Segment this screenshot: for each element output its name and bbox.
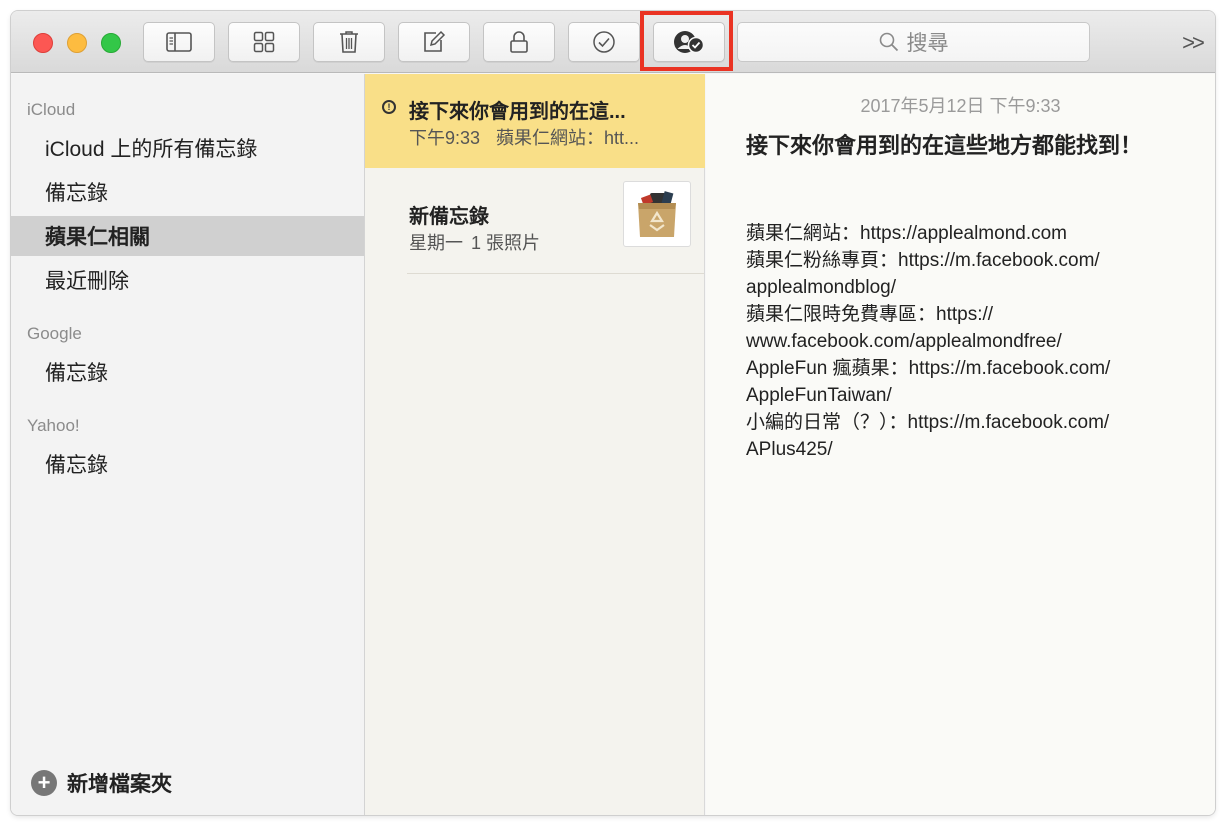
new-folder-button[interactable]: + 新增檔案夾 (31, 765, 172, 801)
delete-note-button[interactable] (313, 22, 385, 62)
sidebar-item-label: 蘋果仁相關 (45, 226, 150, 249)
list-divider (407, 273, 704, 274)
add-people-button[interactable] (653, 22, 725, 62)
checklist-button[interactable] (568, 22, 640, 62)
account-header-icloud: iCloud (27, 100, 76, 119)
note-line: applealmondblog/ (746, 277, 897, 298)
sidebar-item-icloud-notes[interactable]: 備忘錄 (11, 172, 364, 212)
note-line: APlus425/ (746, 439, 833, 460)
zoom-window-button[interactable] (101, 33, 121, 53)
note-line: AppleFun 瘋蘋果：https://m.facebook.com/ (746, 358, 1111, 379)
new-note-button[interactable] (398, 22, 470, 62)
note-time: 星期一 (409, 233, 463, 253)
sidebar-icon (166, 32, 192, 52)
add-people-icon (674, 31, 705, 54)
note-preview: 1 張照片 (471, 233, 541, 253)
note-subtitle: 下午9:33 蘋果仁網站：htt... (409, 124, 689, 150)
new-folder-label: 新增檔案夾 (67, 773, 172, 796)
list-item[interactable]: 新備忘錄 星期一 1 張照片 (365, 168, 705, 274)
note-line: 蘋果仁限時免費專區：https:// (746, 304, 994, 325)
notes-window: 搜尋 >> iCloud iCloud 上的所有備忘錄 備忘錄 蘋果仁相關 最近… (11, 11, 1215, 815)
pin-icon: ! (382, 100, 396, 114)
sidebar-item-label: 備忘錄 (45, 454, 108, 477)
search-field[interactable]: 搜尋 (737, 22, 1090, 62)
note-list: ! 接下來你會用到的在這... 下午9:33 蘋果仁網站：htt... 新備忘錄 … (365, 74, 705, 815)
lock-note-button[interactable] (483, 22, 555, 62)
sidebar-toggle-button[interactable] (143, 22, 215, 62)
grid-icon (253, 31, 275, 53)
note-title: 接下來你會用到的在這... (409, 101, 626, 123)
checkmark-circle-icon (593, 31, 615, 53)
note-thumbnail (623, 181, 691, 247)
note-preview: 蘋果仁網站：htt... (496, 128, 640, 148)
note-body: 蘋果仁網站：https://applealmond.com 蘋果仁粉絲專頁：ht… (746, 220, 1186, 463)
toolbar-overflow-button[interactable]: >> (1177, 28, 1207, 58)
search-placeholder: 搜尋 (906, 32, 949, 55)
account-header-yahoo: Yahoo! (27, 416, 80, 435)
account-header-google: Google (27, 324, 82, 343)
note-line: 蘋果仁網站：https://applealmond.com (746, 223, 1068, 244)
sidebar-item-label: 最近刪除 (45, 270, 129, 293)
sidebar: iCloud iCloud 上的所有備忘錄 備忘錄 蘋果仁相關 最近刪除 Goo… (11, 74, 365, 815)
note-line: AppleFunTaiwan/ (746, 385, 892, 406)
close-window-button[interactable] (33, 33, 53, 53)
lock-icon (510, 31, 528, 53)
sidebar-item-label: iCloud 上的所有備忘錄 (45, 138, 258, 161)
sidebar-item-label: 備忘錄 (45, 182, 108, 205)
note-time: 下午9:33 (409, 128, 481, 148)
note-line: 小編的日常（？）：https://m.facebook.com/ (746, 412, 1110, 433)
toolbar: 搜尋 >> (11, 11, 1215, 73)
note-date: 2017年5月12日 下午9:33 (860, 96, 1061, 116)
plus-circle-icon: + (31, 770, 57, 796)
sidebar-item-applealmond[interactable]: 蘋果仁相關 (11, 216, 364, 256)
recycle-bag-icon (638, 191, 676, 237)
search-icon (879, 32, 898, 52)
list-item[interactable]: ! 接下來你會用到的在這... 下午9:33 蘋果仁網站：htt... (365, 74, 705, 168)
note-line: 蘋果仁粉絲專頁：https://m.facebook.com/ (746, 250, 1100, 271)
sidebar-item-all-icloud[interactable]: iCloud 上的所有備忘錄 (11, 128, 364, 168)
sidebar-item-yahoo-notes[interactable]: 備忘錄 (11, 444, 364, 484)
attachments-browser-button[interactable] (228, 22, 300, 62)
sidebar-item-google-notes[interactable]: 備忘錄 (11, 352, 364, 392)
sidebar-item-recently-deleted[interactable]: 最近刪除 (11, 260, 364, 300)
note-detail[interactable]: 2017年5月12日 下午9:33 接下來你會用到的在這些地方都能找到！ 蘋果仁… (706, 74, 1215, 815)
note-subtitle: 星期一 1 張照片 (409, 229, 609, 255)
sidebar-item-label: 備忘錄 (45, 362, 108, 385)
trash-icon (340, 31, 358, 53)
compose-icon (424, 30, 446, 52)
note-heading: 接下來你會用到的在這些地方都能找到！ (746, 133, 1143, 158)
note-title: 新備忘錄 (409, 206, 489, 228)
note-line: www.facebook.com/applealmondfree/ (746, 331, 1062, 352)
minimize-window-button[interactable] (67, 33, 87, 53)
